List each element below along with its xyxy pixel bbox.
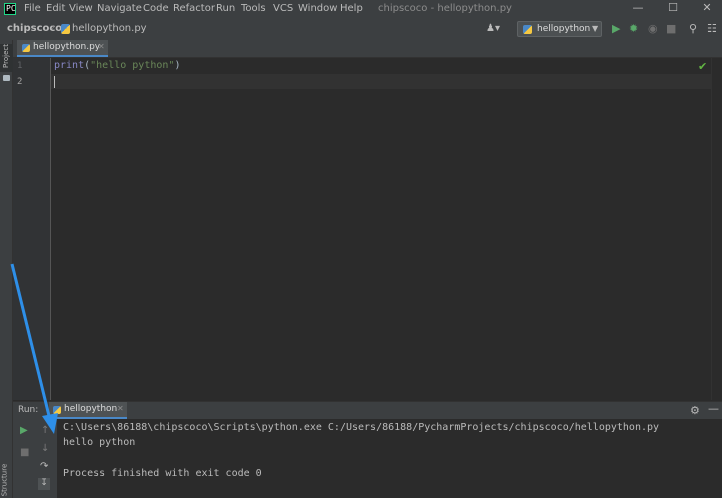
menu-refactor[interactable]: Refactor [173, 3, 215, 14]
editor-tab-hellopython[interactable]: hellopython.py ✕ [17, 40, 108, 57]
structure-tool-label: Structure [0, 463, 9, 497]
breadcrumb-separator: › [51, 22, 55, 33]
run-configuration-label: hellopython [537, 24, 591, 34]
editor-tab-bar [13, 40, 722, 58]
gear-icon[interactable]: ⚙ [690, 404, 700, 417]
menu-help[interactable]: Help [340, 3, 363, 14]
line-number: 1 [17, 61, 23, 71]
current-line-highlight [51, 74, 711, 89]
menu-run[interactable]: Run [216, 3, 235, 14]
menu-edit[interactable]: Edit [46, 3, 65, 14]
scroll-to-end-icon[interactable]: ↧ [38, 478, 50, 490]
menu-navigate[interactable]: Navigate [97, 3, 142, 14]
arrow-down-icon[interactable]: ↓ [41, 443, 49, 454]
run-toolbar: ▶ ↑ ■ ↓ ↷ ↧ [13, 419, 57, 498]
window-title: chipscoco - hellopython.py [378, 3, 512, 14]
folder-icon[interactable] [3, 75, 10, 81]
close-icon[interactable]: ✕ [98, 42, 105, 51]
project-tool-button[interactable]: Project [0, 44, 13, 72]
stop-icon[interactable]: ■ [20, 447, 29, 458]
close-icon[interactable]: ✕ [117, 404, 124, 413]
left-tool-strip [0, 40, 13, 498]
rerun-icon[interactable]: ▶ [20, 425, 28, 436]
python-file-icon [523, 25, 532, 34]
line-number: 2 [17, 77, 23, 87]
coverage-icon[interactable]: ◉ [648, 22, 658, 35]
hide-panel-icon[interactable]: — [708, 402, 719, 415]
arrow-up-icon[interactable]: ↑ [41, 425, 49, 436]
window-close-button[interactable]: ✕ [696, 1, 718, 17]
python-file-icon [61, 24, 70, 34]
editor-scrollbar[interactable] [711, 58, 722, 400]
project-tool-label: Project [1, 44, 10, 68]
menu-vcs[interactable]: VCS [273, 3, 293, 14]
check-icon[interactable]: ✔ [698, 60, 707, 73]
soft-wrap-icon[interactable]: ↷ [40, 461, 48, 472]
code-string: "hello python" [90, 60, 175, 71]
console-line-command: C:\Users\86188\chipscoco\Scripts\python.… [63, 422, 660, 433]
breadcrumb-file[interactable]: hellopython.py [72, 23, 147, 34]
text-caret [54, 76, 55, 88]
console-line-output: hello python [63, 437, 136, 448]
menu-window[interactable]: Window [298, 3, 337, 14]
stop-icon[interactable]: ■ [666, 22, 676, 35]
code-paren: ) [174, 60, 181, 71]
run-tab-hellopython[interactable]: hellopython ✕ [49, 402, 127, 419]
code-line[interactable]: print("hello python") [54, 60, 180, 71]
more-icon[interactable]: ☷ [707, 22, 717, 35]
chevron-down-icon: ▼ [592, 24, 599, 33]
window-minimize-button[interactable]: — [627, 1, 649, 17]
menu-code[interactable]: Code [143, 3, 169, 14]
run-configuration-dropdown[interactable]: hellopython ▼ [517, 21, 602, 37]
run-window-label: Run: [18, 405, 39, 415]
debug-icon[interactable]: ✹ [629, 22, 638, 35]
line-number-gutter [13, 58, 51, 400]
menu-file[interactable]: File [24, 3, 41, 14]
editor-tab-label: hellopython.py [33, 42, 101, 52]
pycharm-logo-icon: PC [4, 3, 16, 15]
menu-view[interactable]: View [69, 3, 93, 14]
user-icon[interactable]: ♟▾ [486, 23, 500, 34]
run-tab-label: hellopython [64, 404, 118, 414]
python-file-icon [53, 406, 61, 414]
search-icon[interactable]: ⚲ [689, 22, 697, 35]
code-editor[interactable] [51, 58, 711, 400]
window-maximize-button[interactable]: ☐ [662, 1, 684, 17]
menu-bar: PC File Edit View Navigate Code Refactor… [0, 0, 722, 19]
console-line-exit: Process finished with exit code 0 [63, 468, 262, 479]
python-file-icon [22, 44, 30, 52]
code-function: print [54, 60, 85, 71]
menu-tools[interactable]: Tools [241, 3, 266, 14]
run-icon[interactable]: ▶ [612, 22, 620, 35]
